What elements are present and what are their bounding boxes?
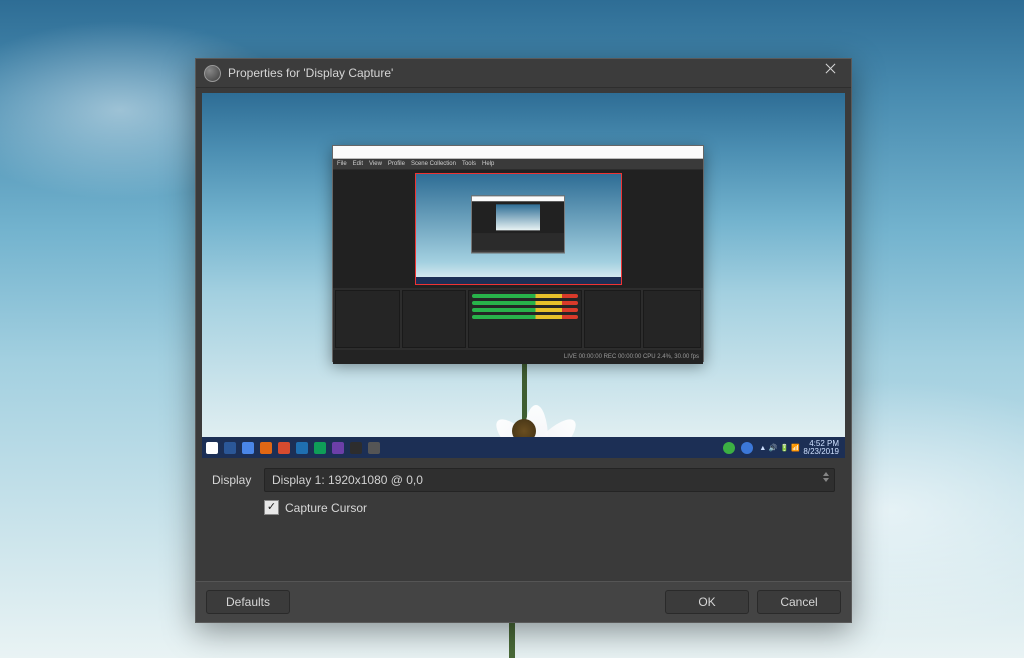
properties-form: Display Display 1: 1920x1080 @ 0,0 ✓ Cap… xyxy=(202,458,845,527)
app-icon xyxy=(260,442,272,454)
start-icon xyxy=(206,442,218,454)
obs-menu-bar: File Edit View Profile Scene Collection … xyxy=(333,159,703,170)
app-icon xyxy=(314,442,326,454)
app-icon xyxy=(296,442,308,454)
tray-icon xyxy=(723,442,735,454)
captured-obs-window: File Edit View Profile Scene Collection … xyxy=(332,145,704,362)
app-icon xyxy=(350,442,362,454)
panel-sources xyxy=(402,290,467,348)
obs-logo-icon xyxy=(204,65,221,82)
display-select[interactable]: Display 1: 1920x1080 @ 0,0 xyxy=(264,468,835,492)
cancel-button[interactable]: Cancel xyxy=(757,590,841,614)
taskbar-clock: 4:52 PM 8/23/2019 xyxy=(803,440,839,456)
captured-taskbar: ▲ 🔊 🔋 📶 4:52 PM 8/23/2019 xyxy=(202,437,845,458)
tray-icon xyxy=(741,442,753,454)
desktop-wallpaper: Properties for 'Display Capture' xyxy=(0,0,1024,658)
ok-button[interactable]: OK xyxy=(665,590,749,614)
spinner-icon xyxy=(823,472,829,482)
dialog-content: File Edit View Profile Scene Collection … xyxy=(196,88,851,581)
source-preview: File Edit View Profile Scene Collection … xyxy=(202,93,845,458)
app-icon xyxy=(278,442,290,454)
dialog-titlebar[interactable]: Properties for 'Display Capture' xyxy=(196,59,851,88)
properties-dialog: Properties for 'Display Capture' xyxy=(195,58,852,623)
display-label: Display xyxy=(212,473,264,487)
capture-cursor-checkbox[interactable]: ✓ xyxy=(264,500,279,515)
taskview-icon xyxy=(242,442,254,454)
panel-transitions xyxy=(584,290,642,348)
obs-status-bar: LIVE 00:00:00 REC 00:00:00 CPU 2.4%, 30.… xyxy=(333,350,703,364)
close-icon xyxy=(824,68,834,78)
panel-controls xyxy=(643,290,701,348)
dialog-title: Properties for 'Display Capture' xyxy=(228,66,807,80)
app-icon xyxy=(332,442,344,454)
display-select-value: Display 1: 1920x1080 @ 0,0 xyxy=(272,473,423,487)
panel-scenes xyxy=(335,290,400,348)
dialog-button-bar: Defaults OK Cancel xyxy=(196,581,851,622)
panel-mixer xyxy=(468,290,581,348)
defaults-button[interactable]: Defaults xyxy=(206,590,290,614)
close-button[interactable] xyxy=(807,59,851,87)
app-icon xyxy=(368,442,380,454)
capture-cursor-label: Capture Cursor xyxy=(285,501,367,515)
search-icon xyxy=(224,442,236,454)
